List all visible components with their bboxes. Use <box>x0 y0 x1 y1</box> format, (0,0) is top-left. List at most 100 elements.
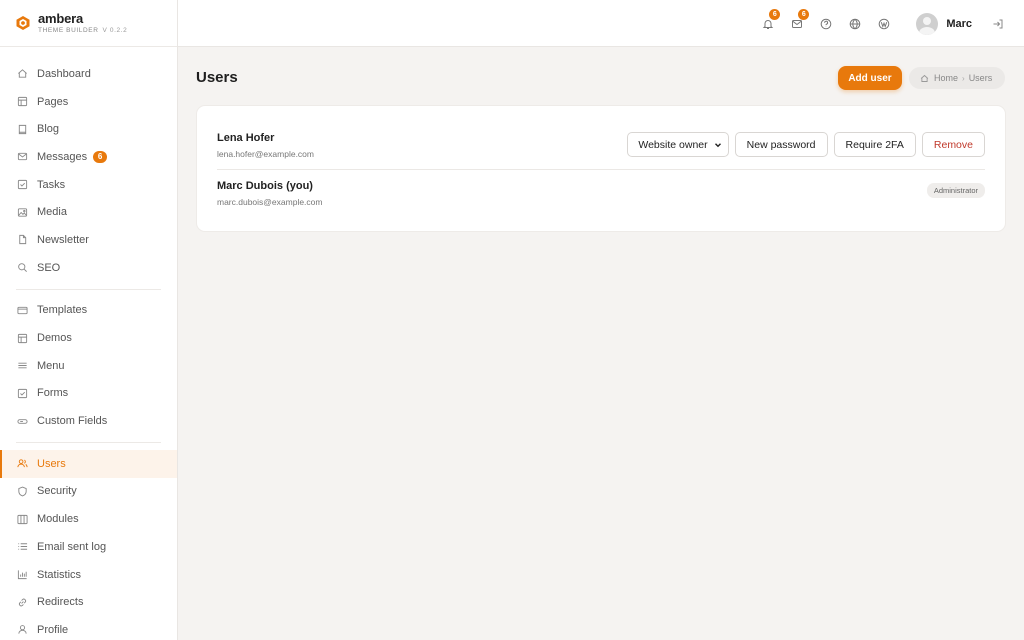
sidebar-item-tasks[interactable]: Tasks <box>0 171 177 199</box>
sidebar-item-label: SEO <box>37 261 61 274</box>
users-icon <box>17 458 28 469</box>
sidebar-item-label: Email sent log <box>37 540 107 553</box>
sidebar-item-label: Dashboard <box>37 67 91 80</box>
file-icon <box>17 234 28 245</box>
sidebar-item-label: Media <box>37 206 67 219</box>
notifications-badge: 6 <box>769 9 781 20</box>
sidebar-item-custom-fields[interactable]: Custom Fields <box>0 407 177 435</box>
checkbox-icon <box>17 388 28 399</box>
input-icon <box>17 416 28 427</box>
user-menu[interactable]: Marc <box>916 12 972 35</box>
user-row-name: Marc Dubois (you) <box>217 180 313 192</box>
globe-icon <box>849 18 861 29</box>
sidebar-nav: Dashboard Pages Blog Messages 6 Tasks Me… <box>0 47 177 640</box>
sidebar-item-label: Pages <box>37 95 69 108</box>
sidebar-item-dashboard[interactable]: Dashboard <box>0 60 177 88</box>
sidebar-item-forms[interactable]: Forms <box>0 380 177 408</box>
sidebar-item-users[interactable]: Users <box>0 449 177 478</box>
nav-divider <box>16 441 161 443</box>
brand[interactable]: ambera THEME BUILDER V 0.2.2 <box>0 0 177 47</box>
bar-chart-icon <box>17 569 28 580</box>
messages-button[interactable]: 6 <box>790 9 810 30</box>
brand-version: V 0.2.2 <box>102 27 128 34</box>
sidebar-item-pages[interactable]: Pages <box>0 88 177 116</box>
sidebar-item-profile[interactable]: Profile <box>0 616 177 640</box>
sidebar-item-label: Custom Fields <box>37 415 108 428</box>
sidebar-item-messages[interactable]: Messages 6 <box>0 143 177 171</box>
sidebar-item-email-sent-log[interactable]: Email sent log <box>0 533 177 561</box>
brand-subtitle: THEME BUILDER V 0.2.2 <box>38 27 128 34</box>
help-circle-icon <box>820 18 832 29</box>
sidebar-item-label: Menu <box>37 359 65 372</box>
sidebar-item-label: Redirects <box>37 596 84 609</box>
sidebar-item-security[interactable]: Security <box>0 478 177 506</box>
sidebar-item-blog[interactable]: Blog <box>0 115 177 143</box>
checkbox-icon <box>17 179 28 190</box>
wordpress-button[interactable] <box>877 17 890 30</box>
role-select-value: Website owner <box>638 138 708 151</box>
sidebar-item-label: Statistics <box>37 568 82 581</box>
user-row: Marc Dubois (you) marc.dubois@example.co… <box>217 180 985 218</box>
sidebar-item-seo[interactable]: SEO <box>0 254 177 282</box>
sidebar-item-newsletter[interactable]: Newsletter <box>0 226 177 254</box>
avatar <box>916 12 939 35</box>
top-bar-actions: 6 6 Marc <box>761 0 1024 47</box>
user-row: Lena Hofer lena.hofer@example.com Websit… <box>217 132 985 170</box>
breadcrumb-home-link[interactable]: Home <box>934 73 958 83</box>
page-title: Users <box>196 69 238 86</box>
sidebar: ambera THEME BUILDER V 0.2.2 Dashboard Pa… <box>0 0 178 640</box>
sidebar-item-label: Templates <box>37 304 88 317</box>
shield-icon <box>17 486 28 497</box>
sidebar-item-label: Messages <box>37 150 88 163</box>
role-select[interactable]: Website owner <box>627 132 729 157</box>
link-icon <box>17 597 28 608</box>
sidebar-item-redirects[interactable]: Redirects <box>0 588 177 616</box>
logout-icon[interactable] <box>992 18 1004 30</box>
menu-icon <box>17 360 28 371</box>
user-row-email: marc.dubois@example.com <box>217 197 323 207</box>
messages-count-badge: 6 <box>93 150 108 163</box>
require-2fa-button[interactable]: Require 2FA <box>833 132 916 157</box>
nav-divider <box>16 288 161 290</box>
sidebar-item-label: Modules <box>37 513 79 526</box>
card-icon <box>17 305 28 316</box>
brand-name: ambera <box>38 11 84 26</box>
sidebar-item-modules[interactable]: Modules <box>0 505 177 533</box>
notifications-button[interactable]: 6 <box>761 9 781 30</box>
sidebar-item-label: Newsletter <box>37 233 89 246</box>
book-icon <box>17 124 28 135</box>
remove-user-button[interactable]: Remove <box>921 132 985 157</box>
breadcrumb: Home › Users <box>909 67 1005 89</box>
home-icon <box>920 74 929 82</box>
layout-icon <box>17 333 28 344</box>
sidebar-item-statistics[interactable]: Statistics <box>0 561 177 589</box>
layout-icon <box>17 96 28 107</box>
messages-badge: 6 <box>798 9 810 20</box>
sidebar-item-media[interactable]: Media <box>0 198 177 226</box>
sidebar-item-label: Tasks <box>37 178 66 191</box>
help-button[interactable] <box>819 17 832 30</box>
breadcrumb-current: Users <box>968 73 993 83</box>
users-card: Lena Hofer lena.hofer@example.com Websit… <box>196 105 1006 232</box>
sidebar-item-label: Demos <box>37 332 72 345</box>
chevron-down-icon <box>714 142 721 147</box>
image-icon <box>17 207 28 218</box>
breadcrumb-separator: › <box>962 73 965 83</box>
search-icon <box>17 262 28 273</box>
user-name: Marc <box>946 17 972 30</box>
sidebar-item-label: Forms <box>37 387 69 400</box>
sidebar-item-templates[interactable]: Templates <box>0 297 177 325</box>
sidebar-item-label: Blog <box>37 123 60 136</box>
cube-logo-icon <box>16 16 30 30</box>
sidebar-item-demos[interactable]: Demos <box>0 324 177 352</box>
new-password-button[interactable]: New password <box>734 132 828 157</box>
user-row-actions: Website owner New password Require 2FA R… <box>627 132 985 157</box>
sidebar-item-label: Security <box>37 485 77 498</box>
list-icon <box>17 541 28 552</box>
sidebar-item-label: Profile <box>37 623 69 636</box>
sidebar-item-menu[interactable]: Menu <box>0 352 177 380</box>
role-badge: Administrator <box>926 183 985 198</box>
columns-icon <box>17 514 28 525</box>
add-user-button[interactable]: Add user <box>838 66 902 90</box>
language-button[interactable] <box>848 17 861 30</box>
